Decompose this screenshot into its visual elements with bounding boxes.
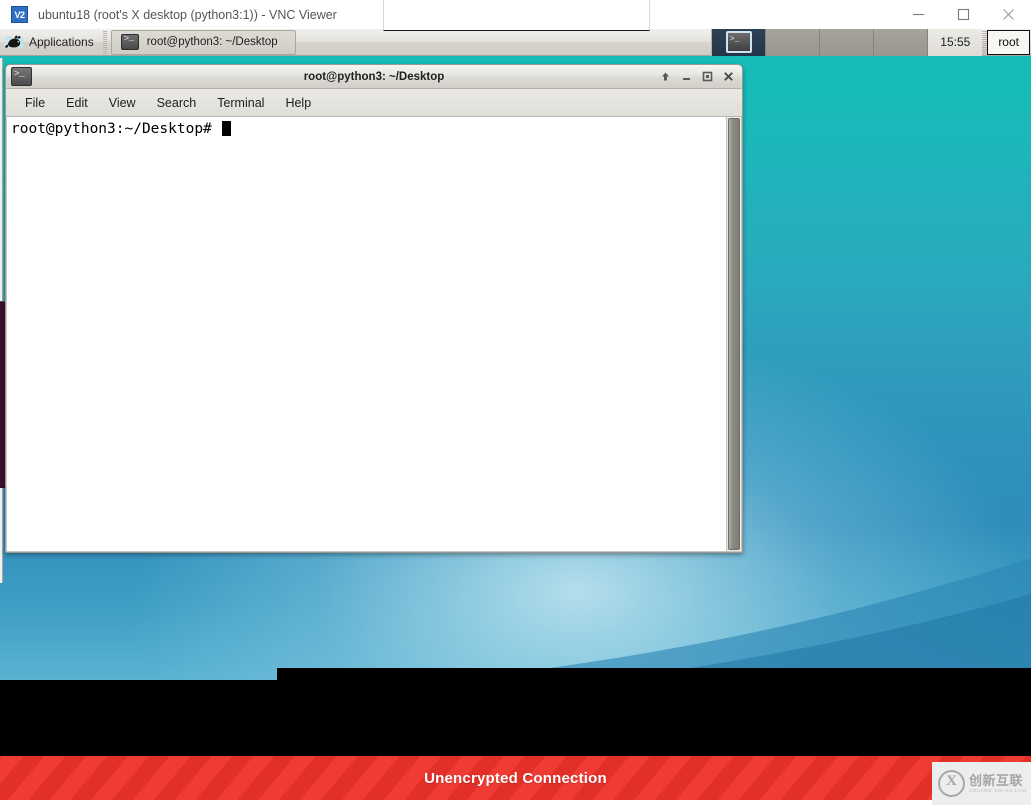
terminal-window[interactable]: root@python3: ~/Desktop File Edit View S… — [5, 64, 743, 553]
menu-terminal[interactable]: Terminal — [208, 93, 273, 113]
terminal-icon — [120, 33, 139, 50]
watermark-texts: 创新互联 CHUANG XIN HU LIAN — [969, 774, 1027, 794]
terminal-window-title: root@python3: ~/Desktop — [303, 70, 445, 83]
vnc-toolbar-tab[interactable] — [383, 0, 650, 31]
terminal-maximize-button[interactable] — [698, 67, 717, 86]
watermark-pinyin-text: CHUANG XIN HU LIAN — [969, 787, 1028, 793]
workspace-switcher[interactable] — [711, 28, 929, 56]
menu-view[interactable]: View — [100, 93, 145, 113]
watermark: 创新互联 CHUANG XIN HU LIAN — [932, 762, 1031, 805]
terminal-scrollbar-thumb[interactable] — [728, 118, 740, 550]
workspace-2[interactable] — [766, 28, 821, 56]
applications-menu-button[interactable]: Applications — [0, 30, 101, 55]
workspace-1[interactable] — [712, 28, 767, 56]
terminal-window-controls — [656, 65, 738, 88]
menu-file[interactable]: File — [16, 93, 54, 113]
workspace-window-terminal-icon — [725, 31, 752, 53]
circled-x-logo-icon — [938, 770, 965, 797]
terminal-minimize-button[interactable] — [677, 67, 696, 86]
terminal-menubar: File Edit View Search Terminal Help — [6, 89, 742, 117]
watermark-chinese-text: 创新互联 — [969, 772, 1024, 788]
banner-bottom-strip — [0, 800, 1031, 805]
terminal-screen[interactable]: root@python3:~/Desktop# — [7, 117, 726, 551]
vnc-maximize-button[interactable] — [941, 0, 986, 29]
panel-user-button[interactable]: root — [987, 29, 1030, 55]
panel-separator-1 — [102, 30, 107, 54]
vnc-close-button[interactable] — [986, 0, 1031, 29]
menu-edit[interactable]: Edit — [57, 93, 97, 113]
menu-help[interactable]: Help — [276, 93, 320, 113]
terminal-cursor — [221, 121, 231, 136]
terminal-scrollbar[interactable] — [726, 117, 741, 551]
terminal-close-button[interactable] — [719, 67, 738, 86]
taskbar-item-terminal[interactable]: root@python3: ~/Desktop — [110, 29, 296, 55]
vnc-window-title: ubuntu18 (root's X desktop (python3:1)) … — [38, 7, 337, 22]
vnc-minimize-button[interactable] — [896, 0, 941, 29]
applications-menu-label: Applications — [29, 35, 94, 49]
terminal-body[interactable]: root@python3:~/Desktop# — [6, 117, 742, 552]
taskbar-item-label: root@python3: ~/Desktop — [146, 36, 278, 48]
banner-text: Unencrypted Connection — [424, 769, 607, 787]
panel-clock[interactable]: 15:55 — [928, 28, 983, 56]
terminal-titlebar[interactable]: root@python3: ~/Desktop — [6, 65, 742, 89]
terminal-window-icon — [11, 67, 32, 86]
vnc-app-icon: V2 — [11, 6, 28, 23]
menu-search[interactable]: Search — [148, 93, 206, 113]
workspace-3[interactable] — [820, 28, 875, 56]
terminal-prompt: root@python3:~/Desktop# — [11, 121, 221, 137]
vnc-window-controls — [896, 0, 1031, 29]
xfce-mouse-icon — [4, 35, 24, 49]
unencrypted-connection-banner: Unencrypted Connection — [0, 756, 1031, 800]
workspace-4[interactable] — [874, 28, 929, 56]
terminal-shade-button[interactable] — [656, 67, 675, 86]
xfce-top-panel: Applications root@python3: ~/Desktop 15:… — [0, 28, 1031, 56]
